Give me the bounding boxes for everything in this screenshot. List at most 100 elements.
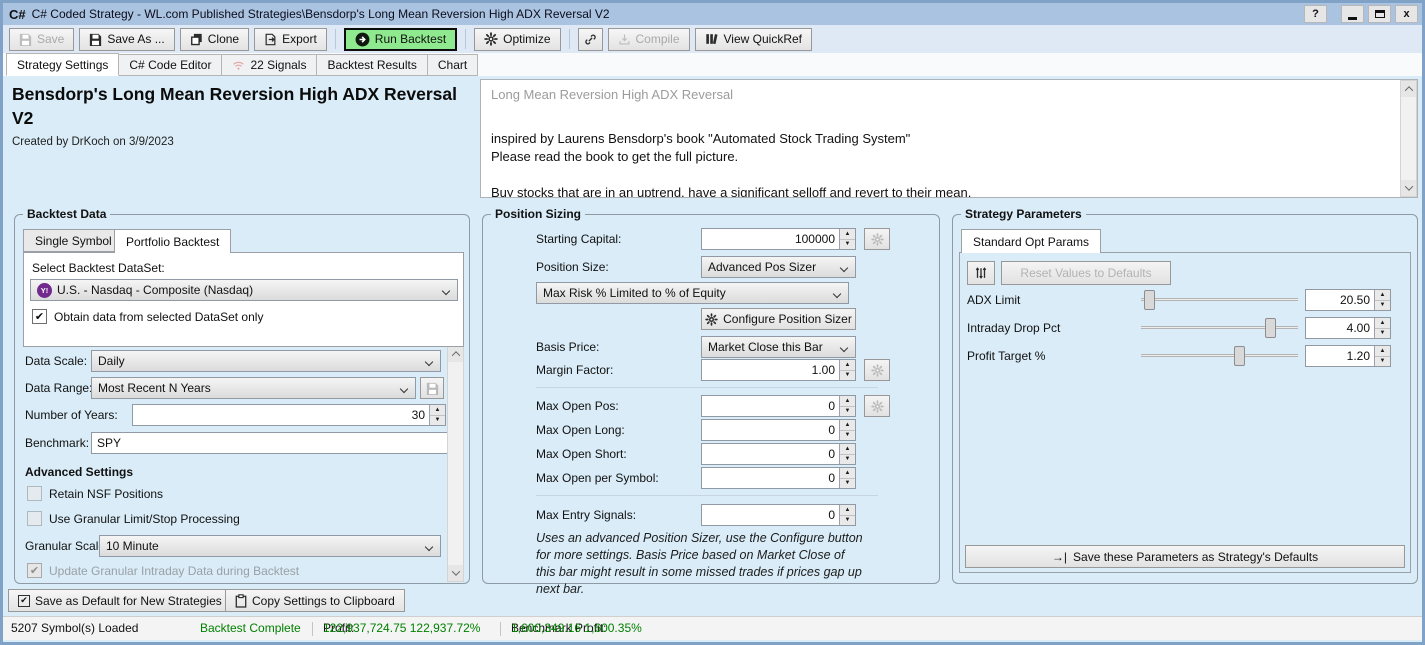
status-divider: [500, 622, 501, 636]
max-open-long-input[interactable]: 0: [701, 419, 856, 441]
adx-limit-stepper[interactable]: [1374, 290, 1390, 310]
max-open-symbol-stepper[interactable]: [839, 468, 855, 488]
checkbox-unchecked-icon: [27, 511, 42, 526]
pos-sizer-combo[interactable]: Max Risk % Limited to % of Equity: [536, 282, 849, 304]
max-open-pos-input[interactable]: 0: [701, 395, 856, 417]
scroll-down-icon[interactable]: [1401, 180, 1416, 196]
number-of-years-input[interactable]: 30: [132, 404, 446, 426]
scroll-down-icon[interactable]: [448, 565, 463, 581]
profit-target-slider[interactable]: [1141, 346, 1298, 366]
position-size-combo[interactable]: Advanced Pos Sizer: [701, 256, 856, 278]
slider-thumb[interactable]: [1234, 346, 1245, 366]
save-as-default-button[interactable]: Save as Default for New Strategies: [8, 589, 232, 612]
adx-limit-slider[interactable]: [1141, 290, 1298, 310]
max-open-symbol-label: Max Open per Symbol:: [536, 467, 659, 489]
help-button[interactable]: ?: [1304, 5, 1327, 23]
save-as-icon: [89, 33, 102, 46]
optimize-button[interactable]: Optimize: [474, 28, 560, 51]
max-open-long-stepper[interactable]: [839, 420, 855, 440]
scroll-up-icon[interactable]: [448, 346, 463, 362]
tab-signals[interactable]: 22 Signals: [222, 54, 317, 76]
save-as-button[interactable]: Save As ...: [79, 28, 174, 51]
data-range-combo[interactable]: Most Recent N Years: [91, 377, 416, 399]
tab-strategy-settings[interactable]: Strategy Settings: [6, 53, 119, 76]
benchmark-profit-value: 1,600,349.16 1,600.35%: [511, 617, 642, 640]
signal-wifi-icon: [232, 60, 245, 71]
granular-scale-combo[interactable]: 10 Minute: [99, 535, 441, 557]
minimize-button[interactable]: [1341, 5, 1364, 23]
slider-thumb[interactable]: [1144, 290, 1155, 310]
divider: [536, 495, 878, 496]
starting-capital-options-button[interactable]: [864, 228, 890, 250]
link-icon: [584, 33, 597, 46]
backtest-data-legend: Backtest Data: [23, 207, 110, 221]
update-granular-checkbox[interactable]: ✔ Update Granular Intraday Data during B…: [27, 563, 299, 578]
slider-thumb[interactable]: [1265, 318, 1276, 338]
link-button[interactable]: [578, 28, 603, 51]
configure-position-sizer-button[interactable]: Configure Position Sizer: [701, 308, 856, 330]
position-sizing-group: Position Sizing Starting Capital: 100000…: [482, 214, 940, 584]
benchmark-input[interactable]: SPY: [91, 432, 448, 454]
tune-parameters-button[interactable]: [967, 261, 995, 285]
checkbox-checked-icon: ✔: [32, 309, 47, 324]
description-scrollbar[interactable]: [1400, 80, 1417, 197]
dataset-combo[interactable]: Y! U.S. - Nasdaq - Composite (Nasdaq): [30, 279, 458, 301]
tab-backtest-results[interactable]: Backtest Results: [317, 54, 427, 76]
max-open-short-stepper[interactable]: [839, 444, 855, 464]
strategy-description-editor[interactable]: Long Mean Reversion High ADX Reversal in…: [480, 79, 1418, 198]
tab-standard-opt-params[interactable]: Standard Opt Params: [961, 229, 1101, 253]
param-label: Intraday Drop Pct: [967, 317, 1060, 339]
reset-values-button[interactable]: Reset Values to Defaults: [1001, 261, 1171, 285]
starting-capital-input[interactable]: 100000: [701, 228, 856, 250]
intraday-drop-stepper[interactable]: [1374, 318, 1390, 338]
margin-factor-options-button[interactable]: [864, 359, 890, 381]
margin-factor-input[interactable]: 1.00: [701, 359, 856, 381]
save-icon: [426, 382, 439, 395]
copy-settings-button[interactable]: Copy Settings to Clipboard: [225, 589, 405, 612]
titlebar: C# C# Coded Strategy - WL.com Published …: [3, 3, 1422, 25]
param-label: ADX Limit: [967, 289, 1020, 311]
max-open-symbol-input[interactable]: 0: [701, 467, 856, 489]
tab-portfolio-backtest[interactable]: Portfolio Backtest: [114, 229, 231, 253]
clone-button[interactable]: Clone: [180, 28, 249, 51]
granular-processing-checkbox[interactable]: Use Granular Limit/Stop Processing: [27, 511, 240, 526]
run-backtest-button[interactable]: Run Backtest: [344, 28, 457, 51]
save-button[interactable]: Save: [9, 28, 74, 51]
retain-nsf-checkbox[interactable]: Retain NSF Positions: [27, 486, 163, 501]
main-tabstrip: Strategy Settings C# Code Editor 22 Sign…: [3, 53, 1422, 76]
save-data-range-button[interactable]: [420, 377, 444, 399]
basis-price-combo[interactable]: Market Close this Bar: [701, 336, 856, 358]
intraday-drop-slider[interactable]: [1141, 318, 1298, 338]
max-open-pos-stepper[interactable]: [839, 396, 855, 416]
max-entry-signals-stepper[interactable]: [839, 505, 855, 525]
toolbar-separator: [569, 29, 570, 49]
position-sizer-note: Uses an advanced Position Sizer, use the…: [536, 530, 866, 598]
tab-single-symbol[interactable]: Single Symbol: [23, 229, 124, 252]
maximize-button[interactable]: [1368, 5, 1391, 23]
close-button[interactable]: x: [1395, 5, 1418, 23]
profit-target-input[interactable]: 1.20: [1305, 345, 1391, 367]
minimize-icon: [1348, 17, 1357, 20]
export-button[interactable]: Export: [254, 28, 327, 51]
max-open-pos-options-button[interactable]: [864, 395, 890, 417]
save-parameters-defaults-button[interactable]: →| Save these Parameters as Strategy's D…: [965, 545, 1405, 568]
intraday-drop-input[interactable]: 4.00: [1305, 317, 1391, 339]
adx-limit-input[interactable]: 20.50: [1305, 289, 1391, 311]
max-entry-signals-label: Max Entry Signals:: [536, 504, 636, 526]
data-scale-combo[interactable]: Daily: [91, 350, 441, 372]
starting-capital-stepper[interactable]: [839, 229, 855, 249]
divider: [536, 387, 878, 388]
obtain-dataset-checkbox[interactable]: ✔ Obtain data from selected DataSet only: [32, 309, 263, 324]
margin-factor-stepper[interactable]: [839, 360, 855, 380]
tab-chart[interactable]: Chart: [428, 54, 478, 76]
compile-button[interactable]: Compile: [608, 28, 690, 51]
max-entry-signals-input[interactable]: 0: [701, 504, 856, 526]
scroll-up-icon[interactable]: [1401, 81, 1416, 97]
backtest-data-scrollbar[interactable]: [447, 345, 464, 582]
view-quickref-button[interactable]: View QuickRef: [695, 28, 812, 51]
profit-target-stepper[interactable]: [1374, 346, 1390, 366]
strategy-parameters-group: Strategy Parameters Standard Opt Params …: [952, 214, 1418, 584]
years-stepper[interactable]: [429, 405, 445, 425]
tab-code-editor[interactable]: C# Code Editor: [119, 54, 222, 76]
max-open-short-input[interactable]: 0: [701, 443, 856, 465]
